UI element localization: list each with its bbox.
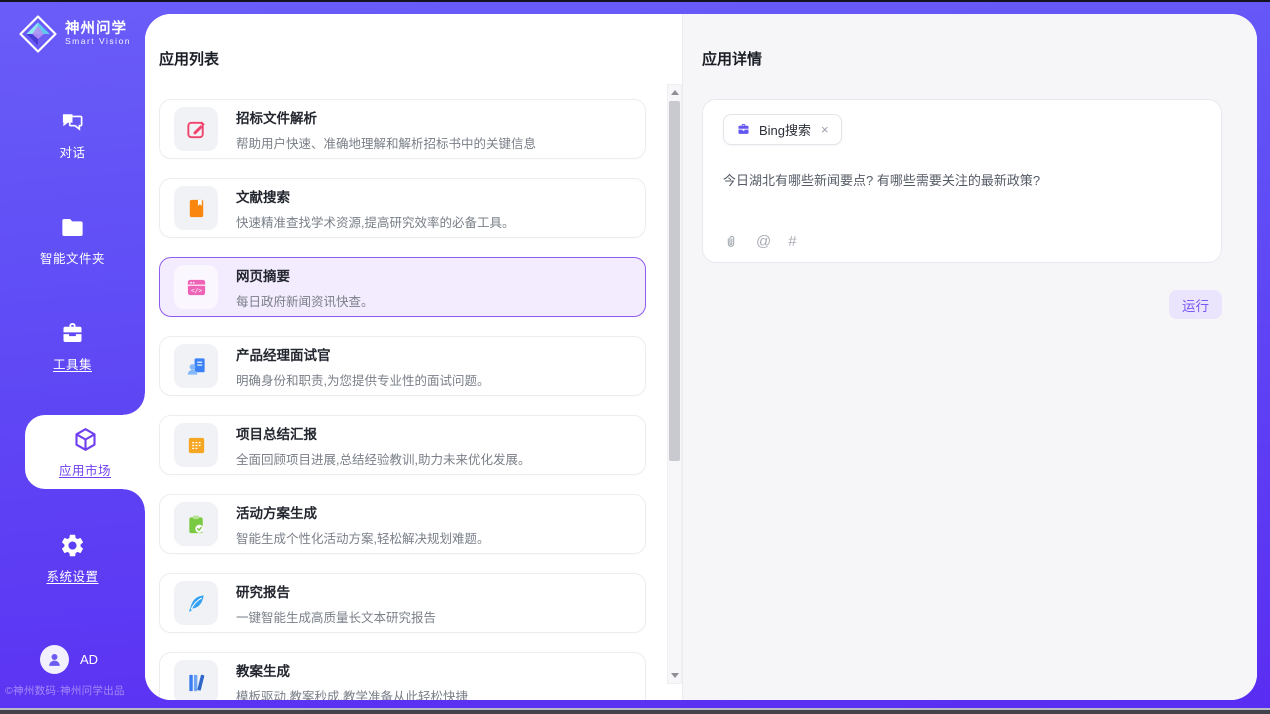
brand-logo: 神州问学 Smart Vision (0, 2, 145, 54)
app-card-bid-analysis[interactable]: 招标文件解析 帮助用户快速、准确地理解和解析招标书中的关键信息 (159, 99, 646, 159)
app-desc: 快速精准查找学术资源,提高研究效率的必备工具。 (236, 212, 514, 231)
gear-icon (59, 532, 86, 559)
svg-text:</>: </> (190, 287, 201, 294)
app-list-panel: 应用列表 招标文件解析 帮助用户快速、准确地理解和解析招标书中的关键信息 (145, 14, 682, 700)
quill-icon (185, 592, 208, 615)
content-panel: 应用列表 招标文件解析 帮助用户快速、准确地理解和解析招标书中的关键信息 (145, 14, 1257, 700)
app-name: 网页摘要 (236, 265, 374, 285)
book-icon (185, 197, 208, 220)
app-name: 招标文件解析 (236, 107, 536, 127)
app-detail-title: 应用详情 (702, 48, 1222, 69)
app-window: 神州问学 Smart Vision 对话 智能文件夹 (0, 0, 1270, 714)
run-button[interactable]: 运行 (1169, 290, 1222, 319)
app-detail-panel: 应用详情 Bing搜索 × 今日湖北有哪些新闻要点? 有哪些需要关注的最新政策? (682, 14, 1257, 700)
sidebar-item-toolset[interactable]: 工具集 (0, 309, 145, 383)
app-card-research-report[interactable]: 研究报告 一键智能生成高质量长文本研究报告 (159, 573, 646, 633)
chip-close-icon[interactable]: × (819, 123, 831, 136)
tool-chip-label: Bing搜索 (759, 120, 811, 139)
toolbox-icon (59, 320, 86, 347)
app-desc: 帮助用户快速、准确地理解和解析招标书中的关键信息 (236, 133, 536, 152)
app-card-event-plan[interactable]: 活动方案生成 智能生成个性化活动方案,轻松解决规划难题。 (159, 494, 646, 554)
sidebar-item-label: 应用市场 (59, 460, 111, 479)
browser-code-icon: </> (185, 276, 208, 299)
app-name: 项目总结汇报 (236, 423, 530, 443)
diamond-logo-icon (18, 14, 58, 54)
scrollbar-thumb[interactable] (669, 101, 680, 461)
prompt-input[interactable]: 今日湖北有哪些新闻要点? 有哪些需要关注的最新政策? (723, 171, 1201, 223)
books-icon (185, 671, 208, 694)
app-desc: 全面回顾项目进展,总结经验教训,助力未来优化发展。 (236, 449, 530, 468)
sidebar-item-label: 系统设置 (46, 566, 98, 585)
folder-icon (59, 214, 86, 241)
briefcase-icon (736, 122, 751, 137)
paperclip-icon[interactable] (723, 234, 739, 250)
prompt-card: Bing搜索 × 今日湖北有哪些新闻要点? 有哪些需要关注的最新政策? @ # (702, 99, 1222, 263)
scroll-down-arrow-icon[interactable] (668, 668, 681, 683)
sidebar-item-label: 智能文件夹 (40, 248, 105, 267)
app-name: 活动方案生成 (236, 502, 489, 522)
app-card-pm-interviewer[interactable]: 产品经理面试官 明确身份和职责,为您提供专业性的面试问题。 (159, 336, 646, 396)
person-icon (46, 651, 63, 668)
pen-square-icon (185, 118, 208, 141)
app-card-web-summary[interactable]: </> 网页摘要 每日政府新闻资讯快查。 (159, 257, 646, 317)
sidebar-item-chat[interactable]: 对话 (0, 97, 145, 171)
cube-icon (72, 426, 99, 453)
scroll-up-arrow-icon[interactable] (668, 85, 681, 100)
brand-subtitle: Smart Vision (65, 37, 131, 46)
app-list: 招标文件解析 帮助用户快速、准确地理解和解析招标书中的关键信息 文献搜索 快速精… (159, 99, 646, 700)
clipboard-check-icon (185, 513, 208, 536)
app-name: 文献搜索 (236, 186, 514, 206)
app-desc: 智能生成个性化活动方案,轻松解决规划难题。 (236, 528, 489, 547)
app-list-title: 应用列表 (159, 48, 682, 69)
sidebar-item-label: 对话 (59, 142, 85, 161)
sidebar: 神州问学 Smart Vision 对话 智能文件夹 (0, 2, 145, 700)
screen-top-edge (0, 0, 1270, 2)
user-name: AD (80, 652, 98, 667)
user-account[interactable]: AD (40, 645, 98, 674)
note-icon (185, 434, 208, 457)
tool-chip-bing-search[interactable]: Bing搜索 × (723, 114, 842, 145)
app-card-literature-search[interactable]: 文献搜索 快速精准查找学术资源,提高研究效率的必备工具。 (159, 178, 646, 238)
app-name: 产品经理面试官 (236, 344, 489, 364)
app-desc: 一键智能生成高质量长文本研究报告 (236, 607, 436, 626)
app-name: 教案生成 (236, 660, 468, 680)
avatar (40, 645, 69, 674)
sidebar-item-label: 工具集 (53, 354, 92, 373)
app-card-project-summary[interactable]: 项目总结汇报 全面回顾项目进展,总结经验教训,助力未来优化发展。 (159, 415, 646, 475)
app-name: 研究报告 (236, 581, 436, 601)
brand-name: 神州问学 (65, 22, 131, 37)
list-scrollbar[interactable] (667, 84, 682, 684)
screen-bottom-edge (0, 710, 1270, 714)
attachment-toolbar: @ # (723, 233, 797, 250)
sidebar-item-smart-folder[interactable]: 智能文件夹 (0, 203, 145, 277)
app-desc: 每日政府新闻资讯快查。 (236, 291, 374, 310)
interviewer-icon (185, 355, 208, 378)
sidebar-item-app-market[interactable]: 应用市场 (25, 415, 145, 489)
sidebar-nav: 对话 智能文件夹 工具集 应用市场 (0, 97, 145, 627)
sidebar-item-settings[interactable]: 系统设置 (0, 521, 145, 595)
chat-icon (59, 108, 86, 135)
hash-tag-icon[interactable]: # (788, 233, 796, 250)
app-card-lesson-plan[interactable]: 教案生成 模板驱动,教案秒成,教学准备从此轻松快捷 (159, 652, 646, 700)
app-desc: 模板驱动,教案秒成,教学准备从此轻松快捷 (236, 686, 468, 701)
app-desc: 明确身份和职责,为您提供专业性的面试问题。 (236, 370, 489, 389)
copyright-text: ©神州数码·神州问学出品 (5, 683, 140, 698)
mention-at-icon[interactable]: @ (756, 233, 771, 250)
